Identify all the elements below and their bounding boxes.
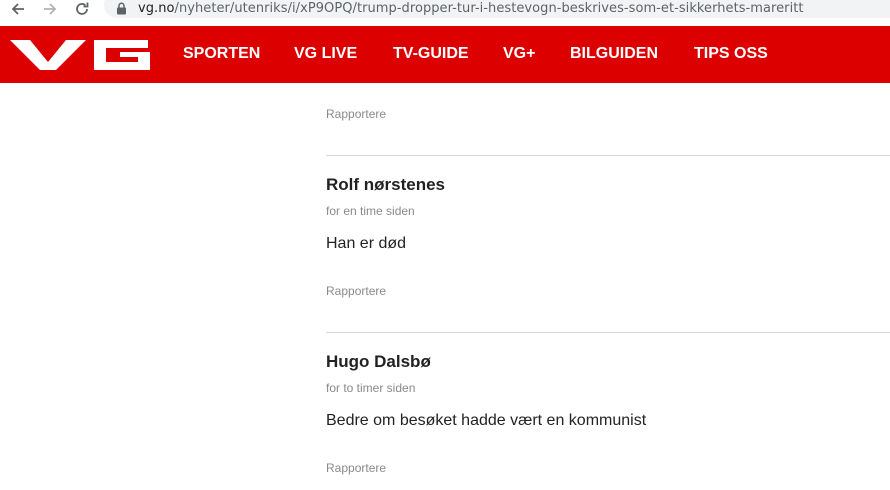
url-host: vg.no <box>138 1 175 16</box>
nav-tv-guide[interactable]: TV-GUIDE <box>393 45 469 63</box>
site-header: SPORTEN VG LIVE TV-GUIDE VG+ BILGUIDEN T… <box>0 26 890 83</box>
url-path: /nyheter/utenriks/i/xP9OPQ/trump-dropper… <box>174 1 804 16</box>
comment-text: Han er død <box>326 235 407 252</box>
back-icon[interactable] <box>8 0 28 18</box>
nav-sporten[interactable]: SPORTEN <box>183 45 260 63</box>
nav-vg-live[interactable]: VG LIVE <box>294 45 357 63</box>
comment-author[interactable]: Rolf nørstenes <box>326 175 445 195</box>
comment-time: for to timer siden <box>326 381 416 395</box>
nav-vg-plus[interactable]: VG+ <box>503 45 535 63</box>
report-link[interactable]: Rapportere <box>326 284 386 298</box>
nav-bilguiden[interactable]: BILGUIDEN <box>570 45 658 63</box>
vg-logo[interactable] <box>10 40 152 75</box>
browser-toolbar: vg.no/nyheter/utenriks/i/xP9OPQ/trump-dr… <box>0 0 890 20</box>
forward-icon[interactable] <box>40 0 60 18</box>
comment-author[interactable]: Hugo Dalsbø <box>326 352 431 372</box>
comment-time: for en time siden <box>326 204 415 218</box>
comment-text: Bedre om besøket hadde vært en kommunist <box>326 412 647 429</box>
url-text[interactable]: vg.no/nyheter/utenriks/i/xP9OPQ/trump-dr… <box>138 1 804 16</box>
nav-tips-oss[interactable]: TIPS OSS <box>694 45 768 63</box>
report-link[interactable]: Rapportere <box>326 107 386 121</box>
lock-icon[interactable] <box>116 2 127 20</box>
reload-icon[interactable] <box>72 0 92 18</box>
vg-logo-graphic <box>10 40 150 70</box>
comment-divider <box>326 332 890 333</box>
comment-divider <box>326 155 890 156</box>
report-link[interactable]: Rapportere <box>326 461 386 475</box>
